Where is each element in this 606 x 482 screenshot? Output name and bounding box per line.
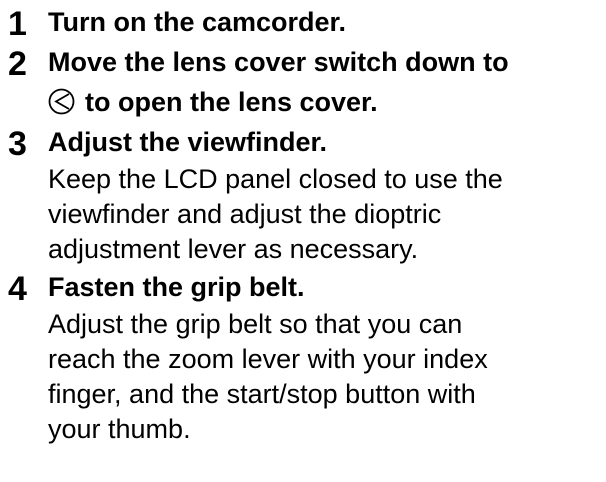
step-title-text: to open the lens cover.	[85, 87, 378, 117]
step-number: 3	[8, 125, 27, 163]
step-body-line: reach the zoom lever with your index	[48, 344, 488, 374]
lens-cover-open-icon	[48, 86, 75, 115]
step-3: 3 Adjust the viewfinder. Keep the LCD pa…	[8, 122, 606, 267]
step-body-line: adjustment lever as necessary.	[48, 234, 419, 264]
instruction-steps: 1 Turn on the camcorder. 2 Move the lens…	[8, 2, 606, 447]
step-title-line-2: to open the lens cover.	[48, 82, 606, 122]
step-body-line: your thumb.	[48, 414, 191, 444]
step-title: Fasten the grip belt.	[48, 272, 305, 302]
step-title-line-1: Move the lens cover switch down to	[48, 47, 509, 77]
step-number: 1	[8, 5, 27, 43]
step-body-line: Keep the LCD panel closed to use the	[48, 164, 503, 194]
step-2: 2 Move the lens cover switch down to to …	[8, 42, 606, 122]
step-4: 4 Fasten the grip belt. Adjust the grip …	[8, 267, 606, 447]
step-number: 4	[8, 270, 27, 308]
step-body-line: finger, and the start/stop button with	[48, 379, 476, 409]
step-number: 2	[8, 45, 27, 83]
step-1: 1 Turn on the camcorder.	[8, 2, 606, 43]
step-body-line: Adjust the grip belt so that you can	[48, 309, 463, 339]
step-title: Adjust the viewfinder.	[48, 127, 328, 157]
step-title: Turn on the camcorder.	[48, 7, 347, 37]
step-body-line: viewfinder and adjust the dioptric	[48, 199, 442, 229]
